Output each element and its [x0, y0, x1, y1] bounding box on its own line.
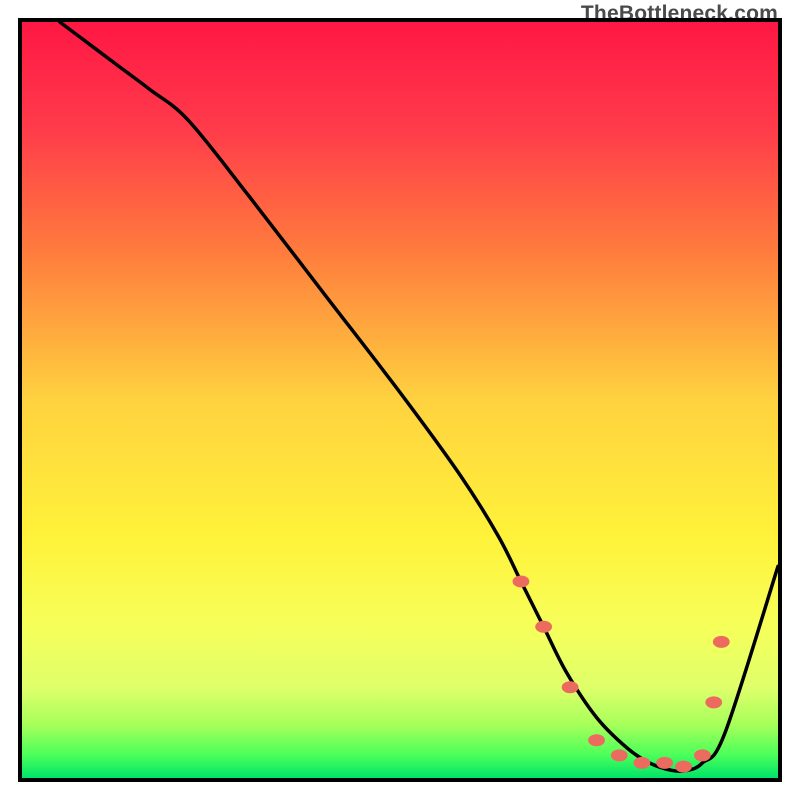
- marker-dot: [611, 749, 628, 761]
- plot-area: [18, 18, 782, 782]
- chart-container: TheBottleneck.com: [0, 0, 800, 800]
- marker-dot: [713, 636, 730, 648]
- curve-layer: [22, 22, 778, 778]
- marker-dot: [675, 761, 692, 773]
- marker-dot: [588, 734, 605, 746]
- marker-dot: [562, 681, 579, 693]
- marker-dot: [694, 749, 711, 761]
- marker-dot: [535, 621, 552, 633]
- bottleneck-curve: [60, 22, 778, 771]
- marker-dot: [513, 575, 530, 587]
- marker-dot: [705, 696, 722, 708]
- marker-dot: [656, 757, 673, 769]
- marker-dot: [634, 757, 651, 769]
